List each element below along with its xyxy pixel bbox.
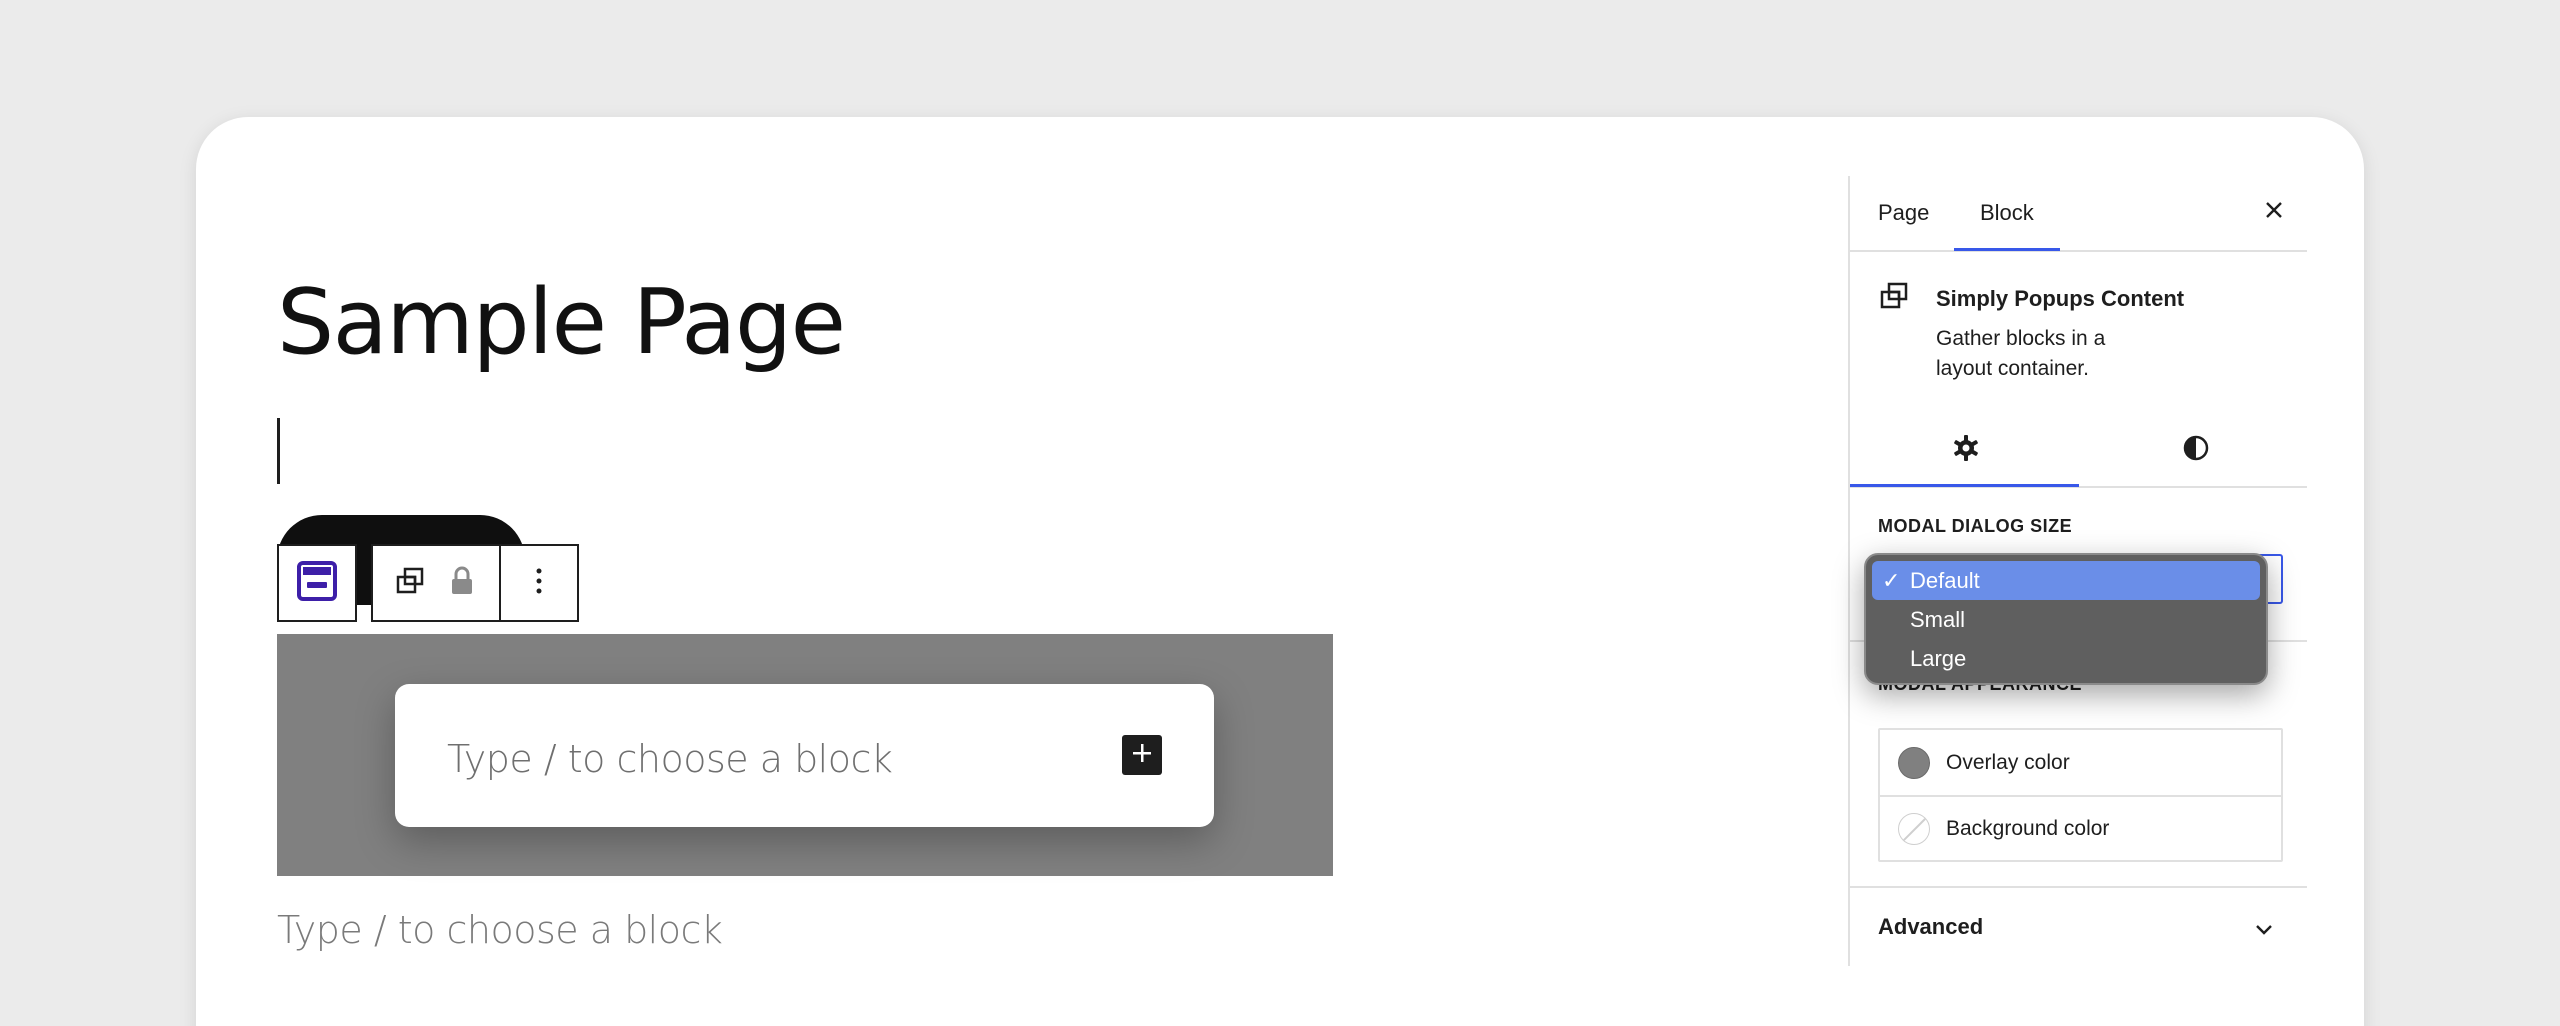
tab-settings[interactable] [1946,430,1986,470]
modal-placeholder[interactable]: Type / to choose a block [447,737,893,781]
modal-size-dropdown: ✓ Default Small Large [1864,553,2268,685]
tab-block[interactable]: Block [1980,200,2034,226]
add-block-button[interactable] [1122,735,1162,775]
dropdown-option-large[interactable]: Large [1872,639,2260,678]
active-inspector-tab-indicator [1850,484,2079,487]
block-placeholder[interactable]: Type / to choose a block [277,908,723,952]
text-caret [277,418,280,484]
popup-block-icon [297,560,337,606]
checkmark-icon: ✓ [1882,568,1901,593]
block-switcher-group [277,544,357,622]
dropdown-option-label: Large [1910,645,1967,671]
gear-icon [1952,434,1980,467]
inspector-tabs [1850,412,2307,488]
advanced-expand-button[interactable] [2248,916,2280,948]
lock-icon [450,566,474,601]
block-switcher-button[interactable] [285,546,349,620]
overlay-color-row[interactable]: Overlay color [1880,730,2281,795]
plus-icon [1131,742,1153,769]
more-options-button[interactable] [507,546,571,620]
modal-dialog-size-label: MODAL DIALOG SIZE [1878,516,2073,536]
page-title[interactable]: Sample Page [277,270,846,375]
contrast-icon [2182,434,2210,467]
background-color-label: Background color [1946,816,2110,840]
close-icon [2264,200,2284,225]
tab-page[interactable]: Page [1878,200,1929,226]
dropdown-option-default[interactable]: ✓ Default [1872,561,2260,600]
dropdown-option-small[interactable]: Small [1872,600,2260,639]
select-parent-button[interactable] [385,546,435,620]
close-sidebar-button[interactable] [2258,196,2290,228]
block-toolbar [277,544,579,622]
popup-content-block[interactable]: Type / to choose a block [395,684,1214,827]
chevron-down-icon [2255,923,2273,941]
overlay-color-swatch [1898,746,1930,779]
options-group [499,544,579,622]
background-color-swatch [1898,812,1930,845]
advanced-panel-toggle[interactable]: Advanced [1878,914,1983,940]
overlay-color-label: Overlay color [1946,750,2070,774]
active-tab-indicator [1954,248,2060,251]
dropdown-option-label: Default [1910,567,1980,593]
popups-content-icon [1880,282,1908,315]
dropdown-option-label: Small [1910,606,1966,632]
lock-button[interactable] [437,546,487,620]
block-name: Simply Popups Content [1936,286,2185,311]
sidebar-tabs: Page Block [1850,176,2307,252]
background-color-row[interactable]: Background color [1880,795,2281,860]
popups-content-icon [396,567,424,600]
block-description: Gather blocks in a layout container. [1936,327,2106,380]
color-settings-list: Overlay color Background color [1878,728,2283,862]
block-parent-group [371,544,501,622]
more-options-icon [535,567,543,600]
divider [1850,886,2307,888]
tab-styles[interactable] [2176,430,2216,470]
